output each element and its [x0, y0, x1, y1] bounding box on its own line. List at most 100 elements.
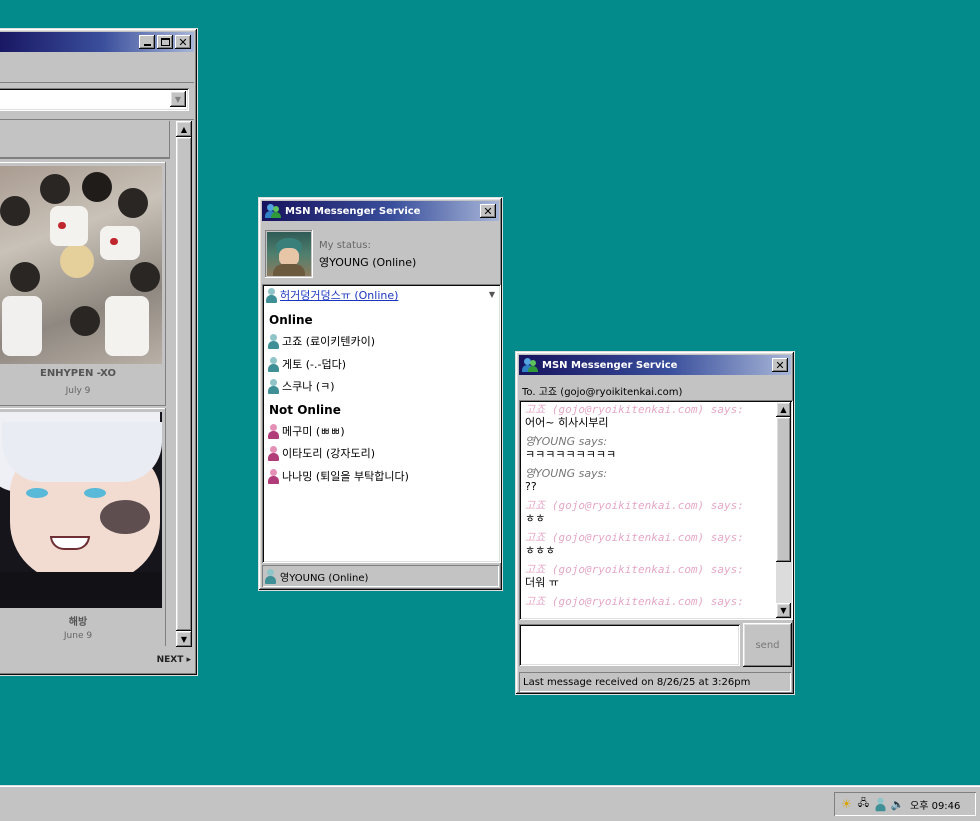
minimize-icon	[143, 44, 151, 46]
minimize-button[interactable]	[139, 35, 155, 49]
contact-online[interactable]: 게토 (-.-덥다)	[268, 356, 346, 372]
sun-icon[interactable]: ☀	[839, 797, 854, 812]
address-dropdown-button[interactable]: ▼	[170, 91, 186, 107]
chat-message: 고죠 (gojo@ryoikitenkai.com) says: ㅎㅎ	[525, 499, 773, 525]
status-label: My status:	[319, 240, 371, 251]
chat-scrollbar[interactable]: ▲ ▼	[776, 402, 791, 618]
anime-photo	[0, 412, 162, 608]
contact-name: 고죠 (료이키텐카이)	[282, 335, 376, 348]
contact-name: 나나밍 (퇴일을 부탁합니다)	[282, 470, 409, 483]
msn-contact-window: MSN Messenger Service ✕ My status: 영YOUN…	[258, 197, 503, 591]
online-group-header[interactable]: Online	[269, 313, 313, 327]
message-sender: 영YOUNG says:	[525, 467, 608, 480]
contact-name: 게토 (-.-덥다)	[282, 358, 346, 371]
selected-contact-label: 허거덩거덩스ㅠ (Online)	[280, 289, 399, 302]
item-date: July 9	[65, 386, 91, 396]
chat-message: 영YOUNG says:??	[525, 467, 773, 493]
scroll-up-button[interactable]: ▲	[176, 121, 192, 137]
contact-list: 허거덩거덩스ㅠ (Online) ▼ Online 고죠 (료이키텐카이) 게토…	[262, 284, 501, 563]
contact-offline[interactable]: 이타도리 (강자도리)	[268, 445, 375, 461]
gallery-titlebar[interactable]: ✕	[0, 32, 194, 52]
network-icon[interactable]: 🖧	[856, 797, 871, 812]
msn-logo-icon	[522, 357, 538, 373]
scroll-thumb[interactable]	[776, 417, 791, 562]
scroll-down-button[interactable]: ▼	[176, 631, 192, 647]
gallery-item[interactable]: 해방 June 9	[0, 408, 166, 646]
selected-contact[interactable]: 허거덩거덩스ㅠ (Online)	[266, 287, 398, 303]
chat-message: 고죠 (gojo@ryoikitenkai.com) says: 더워 ㅠ	[525, 563, 773, 589]
menu-bar	[0, 53, 194, 83]
buddy-offline-icon	[268, 468, 279, 484]
msn-chat-window: MSN Messenger Service ✕ To. 고죠 (gojo@ryo…	[515, 351, 795, 695]
close-button[interactable]: ✕	[480, 204, 496, 218]
contact-online[interactable]: 고죠 (료이키텐카이)	[268, 333, 375, 349]
chat-message: 고죠 (gojo@ryoikitenkai.com) says: 어어~ 히사시부…	[525, 403, 773, 429]
status-bar-text: Last message received on 8/26/25 at 3:26…	[523, 676, 751, 688]
chat-history: 고죠 (gojo@ryoikitenkai.com) says: 어어~ 히사시부…	[519, 400, 793, 620]
buddy-offline-icon	[268, 423, 279, 439]
dropdown-arrow-icon[interactable]: ▼	[489, 290, 495, 299]
msn-titlebar[interactable]: MSN Messenger Service	[262, 201, 499, 221]
contact-online[interactable]: 스쿠나 (ㅋ)	[268, 378, 335, 394]
offline-group-header[interactable]: Not Online	[269, 403, 341, 417]
scroll-up-button[interactable]: ▲	[776, 402, 791, 417]
buddy-online-icon	[266, 287, 277, 303]
buddy-offline-icon	[268, 445, 279, 461]
system-tray: ☀ 🖧 🔈 오후 09:46	[834, 792, 976, 816]
arrow-up-icon: ▲	[180, 124, 188, 134]
message-text: ??	[525, 480, 537, 493]
buddy-online-icon	[268, 333, 279, 349]
contact-offline[interactable]: 메구미 (ㅃㅃ)	[268, 423, 345, 439]
message-sender: 영YOUNG says:	[525, 435, 608, 448]
close-icon: ✕	[178, 35, 188, 49]
gallery-item[interactable]: ENHYPEN -XO July 9	[0, 162, 166, 406]
contact-offline[interactable]: 나나밍 (퇴일을 부탁합니다)	[268, 468, 409, 484]
volume-icon[interactable]: 🔈	[890, 797, 905, 812]
send-button[interactable]: send	[743, 623, 792, 667]
window-title: MSN Messenger Service	[285, 205, 421, 217]
chat-titlebar[interactable]: MSN Messenger Service	[519, 355, 791, 375]
message-text: ㅋㅋㅋㅋㅋㅋㅋㅋㅋ	[525, 448, 617, 461]
message-sender: 고죠 (gojo@ryoikitenkai.com) says:	[525, 563, 744, 576]
maximize-icon	[160, 38, 170, 46]
maximize-button[interactable]	[157, 35, 173, 49]
message-sender: 고죠 (gojo@ryoikitenkai.com) says:	[525, 595, 744, 608]
close-button[interactable]: ✕	[175, 35, 191, 49]
scroll-down-button[interactable]: ▼	[776, 603, 791, 618]
item-caption: ENHYPEN -XO	[39, 368, 116, 379]
message-sender: 고죠 (gojo@ryoikitenkai.com) says:	[525, 499, 744, 512]
item-date: June 9	[63, 631, 93, 641]
status-value[interactable]: 영YOUNG (Online)	[319, 254, 416, 270]
message-list: 고죠 (gojo@ryoikitenkai.com) says: 어어~ 히사시부…	[525, 403, 773, 614]
buddy-online-icon	[265, 568, 276, 584]
user-icon[interactable]	[873, 797, 888, 812]
chat-message: 고죠 (gojo@ryoikitenkai.com) says: ㅎㅎㅎ	[525, 531, 773, 557]
close-icon: ✕	[483, 204, 493, 218]
gallery-window: ✕ ▼ ENHYPEN -XO July 9 해방 June 9 ▲ ▼ NEX…	[0, 28, 198, 676]
message-text: 더워 ㅠ	[525, 576, 559, 589]
message-input[interactable]	[519, 624, 740, 666]
close-button[interactable]: ✕	[772, 358, 788, 372]
next-button[interactable]: NEXT ▸	[157, 655, 191, 665]
chat-message: 영YOUNG says: ㅋㅋㅋㅋㅋㅋㅋㅋㅋ	[525, 435, 773, 461]
message-sender: 고죠 (gojo@ryoikitenkai.com) says:	[525, 531, 744, 544]
footer-status: 영YOUNG (Online)	[280, 572, 369, 584]
send-label: send	[755, 639, 780, 651]
content-divider	[0, 119, 194, 120]
gallery-scrollbar[interactable]: ▲ ▼	[176, 121, 192, 647]
clock[interactable]: 오후 09:46	[910, 797, 960, 812]
scroll-thumb[interactable]	[176, 137, 192, 631]
arrow-down-icon: ▼	[780, 606, 787, 615]
avatar[interactable]	[265, 230, 313, 278]
message-sender: 고죠 (gojo@ryoikitenkai.com) says:	[525, 403, 744, 416]
avatar-image	[267, 232, 311, 276]
arrow-down-icon: ▼	[180, 634, 188, 644]
contact-name: 메구미 (ㅃㅃ)	[282, 425, 345, 438]
window-title: MSN Messenger Service	[542, 359, 678, 371]
address-field[interactable]: ▼	[0, 88, 189, 111]
message-text: ㅎㅎ	[525, 512, 546, 525]
item-caption: 해방	[68, 617, 88, 628]
header-strip	[0, 121, 170, 159]
chat-status-bar: Last message received on 8/26/25 at 3:26…	[519, 672, 791, 692]
message-text: ㅎㅎㅎ	[525, 544, 556, 557]
